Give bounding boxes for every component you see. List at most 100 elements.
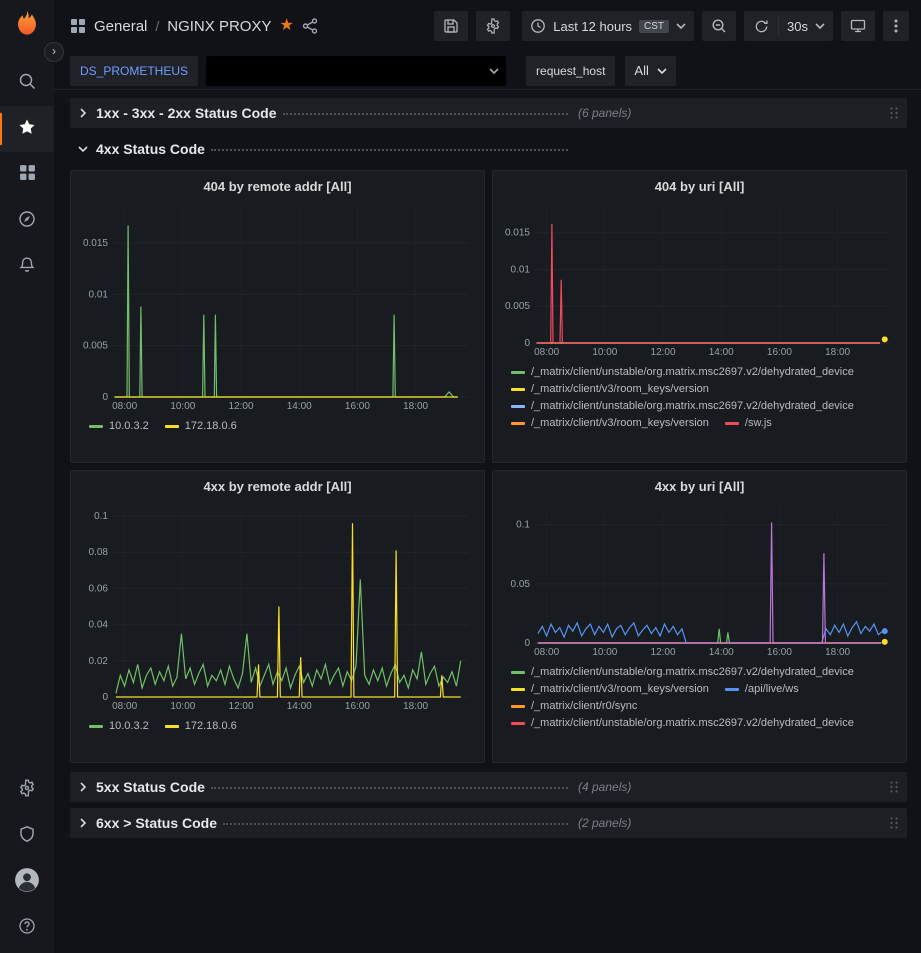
sidebar-item-alerting[interactable] <box>0 244 54 290</box>
more-options-button[interactable] <box>883 11 909 41</box>
svg-text:16:00: 16:00 <box>767 647 792 658</box>
refresh-interval-select[interactable]: 30s <box>779 11 833 41</box>
sidebar-item-server-admin[interactable] <box>0 813 54 859</box>
row-header-5xx[interactable]: 5xx Status Code (4 panels) <box>70 772 907 802</box>
drag-handle-icon[interactable] <box>889 780 899 794</box>
row-title: 4xx Status Code <box>96 141 205 157</box>
sidebar-item-configuration[interactable] <box>0 767 54 813</box>
dashboard-header: General / NGINX PROXY ★ Last 12 hours CS… <box>54 0 921 52</box>
chart-404-by-uri[interactable]: 08:0010:0012:0014:0016:0018:0000.0050.01… <box>499 201 900 359</box>
refresh-group: 30s <box>744 11 833 41</box>
time-range-label: Last 12 hours <box>553 19 632 34</box>
legend-color-dash <box>511 705 525 708</box>
chart-404-by-remote-addr[interactable]: 08:0010:0012:0014:0016:0018:0000.0050.01… <box>77 201 478 413</box>
breadcrumb-title[interactable]: NGINX PROXY <box>167 18 271 35</box>
refresh-icon <box>754 19 769 34</box>
favorite-star-icon[interactable]: ★ <box>279 18 293 34</box>
legend-color-dash <box>165 425 179 428</box>
legend-label: /_matrix/client/v3/room_keys/version <box>531 417 709 429</box>
time-range-picker[interactable]: Last 12 hours CST <box>522 11 694 41</box>
row-chevron-icon <box>78 818 88 828</box>
header-actions: Last 12 hours CST 30s <box>434 11 909 41</box>
help-icon <box>18 917 36 940</box>
legend-color-dash <box>89 725 103 728</box>
datasource-variable-label[interactable]: DS_PROMETHEUS <box>70 56 198 86</box>
main: General / NGINX PROXY ★ Last 12 hours CS… <box>54 0 921 953</box>
save-dashboard-button[interactable] <box>434 11 468 41</box>
legend-item[interactable]: /api/live/ws <box>725 683 799 695</box>
row-header-1xx-3xx-2xx[interactable]: 1xx - 3xx - 2xx Status Code (6 panels) <box>70 98 907 128</box>
legend-item[interactable]: /_matrix/client/v3/room_keys/version <box>511 417 709 429</box>
tv-mode-button[interactable] <box>841 11 875 41</box>
shield-icon <box>18 825 36 848</box>
datasource-select[interactable] <box>206 56 506 86</box>
svg-text:0: 0 <box>524 638 530 649</box>
panel-title[interactable]: 4xx by remote addr [All] <box>77 471 478 501</box>
share-icon[interactable] <box>302 18 318 34</box>
refresh-button[interactable] <box>744 11 778 41</box>
svg-text:0.1: 0.1 <box>94 511 108 522</box>
svg-text:12:00: 12:00 <box>651 347 676 358</box>
svg-text:0.01: 0.01 <box>89 289 109 300</box>
drag-handle-icon[interactable] <box>889 106 899 120</box>
sidebar-item-profile[interactable] <box>0 859 54 905</box>
zoom-out-time-button[interactable] <box>702 11 736 41</box>
alerting-icon <box>18 256 36 279</box>
row-header-6xx[interactable]: 6xx > Status Code (2 panels) <box>70 808 907 838</box>
sidebar-item-starred[interactable] <box>0 106 54 152</box>
sidebar-item-dashboards[interactable] <box>0 152 54 198</box>
row-header-4xx[interactable]: 4xx Status Code <box>70 134 907 164</box>
row-title: 5xx Status Code <box>96 779 205 795</box>
legend-color-dash <box>511 722 525 725</box>
legend-item[interactable]: 172.18.0.6 <box>165 720 237 732</box>
legend-item[interactable]: /sw.js <box>725 417 772 429</box>
dashboard-settings-button[interactable] <box>476 11 510 41</box>
request-host-variable-label[interactable]: request_host <box>526 56 615 86</box>
sidebar-expand-button[interactable]: › <box>44 42 64 62</box>
request-host-select[interactable]: All <box>625 56 675 86</box>
row-title: 1xx - 3xx - 2xx Status Code <box>96 105 277 121</box>
chart-4xx-by-uri[interactable]: 08:0010:0012:0014:0016:0018:0000.050.1 <box>499 501 900 659</box>
row-leader-dots <box>223 823 568 825</box>
legend-item[interactable]: /_matrix/client/r0/sync <box>511 700 637 712</box>
legend-item[interactable]: /_matrix/client/unstable/org.matrix.msc2… <box>511 666 854 678</box>
svg-text:14:00: 14:00 <box>287 401 312 412</box>
breadcrumb-section[interactable]: General <box>94 18 147 35</box>
svg-text:08:00: 08:00 <box>112 701 137 712</box>
sidebar-item-explore[interactable] <box>0 198 54 244</box>
panel-title[interactable]: 404 by remote addr [All] <box>77 171 478 201</box>
timezone-badge: CST <box>639 20 669 33</box>
sidebar-item-search[interactable] <box>0 60 54 106</box>
panel-404-by-uri: 404 by uri [All] 08:0010:0012:0014:0016:… <box>492 170 907 463</box>
variables-bar: DS_PROMETHEUS request_host All <box>54 52 921 90</box>
dashboard-content: 1xx - 3xx - 2xx Status Code (6 panels) 4… <box>54 90 921 953</box>
chart-4xx-by-remote-addr[interactable]: 08:0010:0012:0014:0016:0018:0000.020.040… <box>77 501 478 713</box>
legend-item[interactable]: /_matrix/client/unstable/org.matrix.msc2… <box>511 366 854 378</box>
legend-item[interactable]: 10.0.3.2 <box>89 420 149 432</box>
legend-item[interactable]: /_matrix/client/v3/room_keys/version <box>511 383 709 395</box>
legend-item[interactable]: 172.18.0.6 <box>165 420 237 432</box>
tv-icon <box>850 18 866 34</box>
sidebar-item-help[interactable] <box>0 905 54 951</box>
row-panel-count: (4 panels) <box>578 780 631 794</box>
svg-text:0.08: 0.08 <box>89 547 109 558</box>
drag-handle-icon[interactable] <box>889 816 899 830</box>
sidebar-nav-bottom <box>0 767 54 953</box>
clock-icon <box>530 18 546 34</box>
chevron-down-icon <box>815 23 825 29</box>
grafana-logo[interactable] <box>12 9 42 44</box>
svg-text:0.02: 0.02 <box>89 656 109 667</box>
legend-label: 172.18.0.6 <box>185 720 237 732</box>
legend-label: 10.0.3.2 <box>109 720 149 732</box>
legend-item[interactable]: 10.0.3.2 <box>89 720 149 732</box>
panel-title[interactable]: 404 by uri [All] <box>499 171 900 201</box>
svg-text:08:00: 08:00 <box>534 347 559 358</box>
panel-title[interactable]: 4xx by uri [All] <box>499 471 900 501</box>
legend-item[interactable]: /_matrix/client/unstable/org.matrix.msc2… <box>511 717 854 729</box>
chevron-down-icon <box>657 68 667 74</box>
settings-gear-icon <box>18 779 36 802</box>
legend-item[interactable]: /_matrix/client/unstable/org.matrix.msc2… <box>511 400 854 412</box>
legend-item[interactable]: /_matrix/client/v3/room_keys/version <box>511 683 709 695</box>
breadcrumb-separator: / <box>155 18 159 34</box>
legend-label: /api/live/ws <box>745 683 799 695</box>
